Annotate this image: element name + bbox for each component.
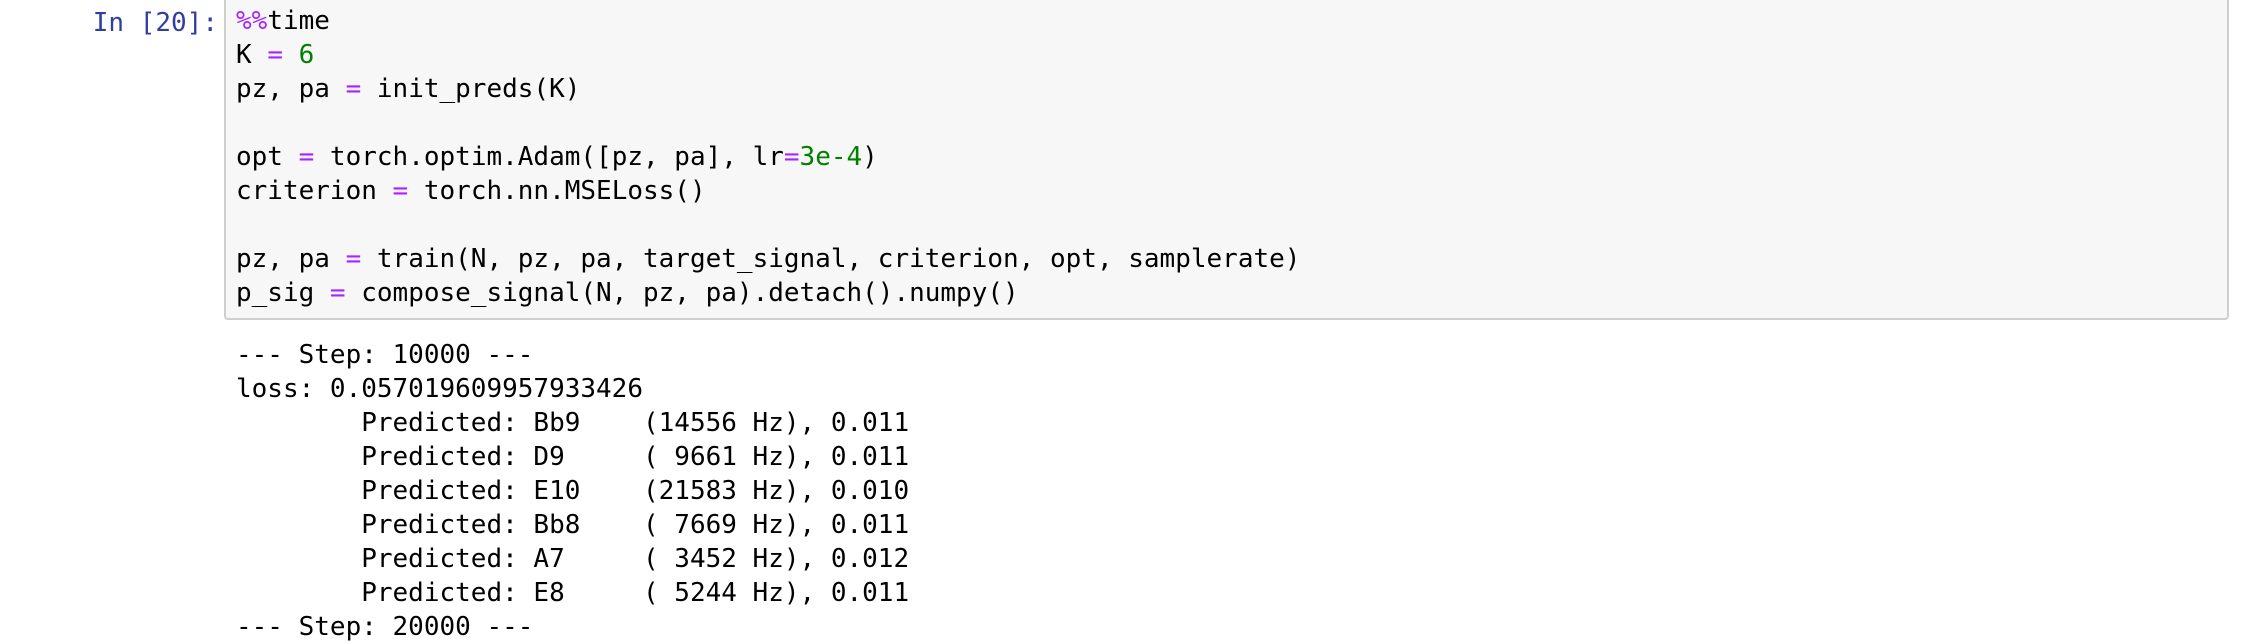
code-token: = bbox=[345, 244, 362, 274]
code-token: compose_signal(N, pz, pa).detach().numpy… bbox=[345, 278, 1019, 308]
code-token: pz, pa bbox=[236, 74, 346, 104]
output-line: --- Step: 20000 --- bbox=[236, 612, 534, 642]
code-line: p_sig = compose_signal(N, pz, pa).detach… bbox=[236, 276, 1300, 310]
notebook-cell[interactable]: In [20]: %%time K = 6 pz, pa = init_preds(… bbox=[0, 0, 2265, 642]
input-prompt: In [20]: bbox=[92, 8, 218, 38]
code-token: torch.optim.Adam([pz, pa], lr bbox=[314, 142, 784, 172]
code-line: criterion = torch.nn.MSELoss() bbox=[236, 174, 1300, 208]
output-line: --- Step: 10000 --- bbox=[236, 340, 534, 370]
code-token: ) bbox=[862, 142, 878, 172]
code-token: = bbox=[345, 74, 362, 104]
code-token: 3e-4 bbox=[799, 142, 863, 172]
code-token: = bbox=[267, 40, 283, 70]
output-line: Predicted: Bb9 (14556 Hz), 0.011 bbox=[236, 408, 910, 438]
code-line: pz, pa = init_preds(K) bbox=[236, 72, 1300, 106]
code-token: train(N, pz, pa, target_signal, criterio… bbox=[361, 244, 1301, 274]
code-token: = bbox=[298, 142, 315, 172]
output-line: Predicted: D9 ( 9661 Hz), 0.011 bbox=[236, 442, 910, 472]
code-token: pz, pa bbox=[236, 244, 346, 274]
code-token: opt bbox=[236, 142, 299, 172]
output-line: Predicted: Bb8 ( 7669 Hz), 0.011 bbox=[236, 510, 910, 540]
code-editor[interactable]: %%time K = 6 pz, pa = init_preds(K) opt = … bbox=[236, 4, 1300, 310]
code-token: = bbox=[329, 278, 346, 308]
code-token: K bbox=[236, 40, 268, 70]
output-line: Predicted: E10 (21583 Hz), 0.010 bbox=[236, 476, 910, 506]
code-token: time bbox=[267, 6, 330, 36]
code-line: K = 6 bbox=[236, 38, 1300, 72]
code-token: p_sig bbox=[236, 278, 330, 308]
code-token: 6 bbox=[298, 40, 315, 70]
output-line: Predicted: A7 ( 3452 Hz), 0.012 bbox=[236, 544, 910, 574]
code-token: criterion bbox=[236, 176, 393, 206]
code-token: %% bbox=[236, 6, 268, 36]
code-line: pz, pa = train(N, pz, pa, target_signal,… bbox=[236, 242, 1300, 276]
output-line: Predicted: E8 ( 5244 Hz), 0.011 bbox=[236, 578, 910, 608]
output-line: loss: 0.057019609957933426 bbox=[236, 374, 643, 404]
code-line: opt = torch.optim.Adam([pz, pa], lr=3e-4… bbox=[236, 140, 1300, 174]
code-token: torch.nn.MSELoss() bbox=[408, 176, 706, 206]
code-token: = bbox=[392, 176, 409, 206]
code-token: = bbox=[783, 142, 800, 172]
code-line: %%time bbox=[236, 4, 1300, 38]
cell-output: --- Step: 10000 --- loss: 0.0570196099579… bbox=[236, 338, 909, 644]
code-token: init_preds(K) bbox=[361, 74, 581, 104]
